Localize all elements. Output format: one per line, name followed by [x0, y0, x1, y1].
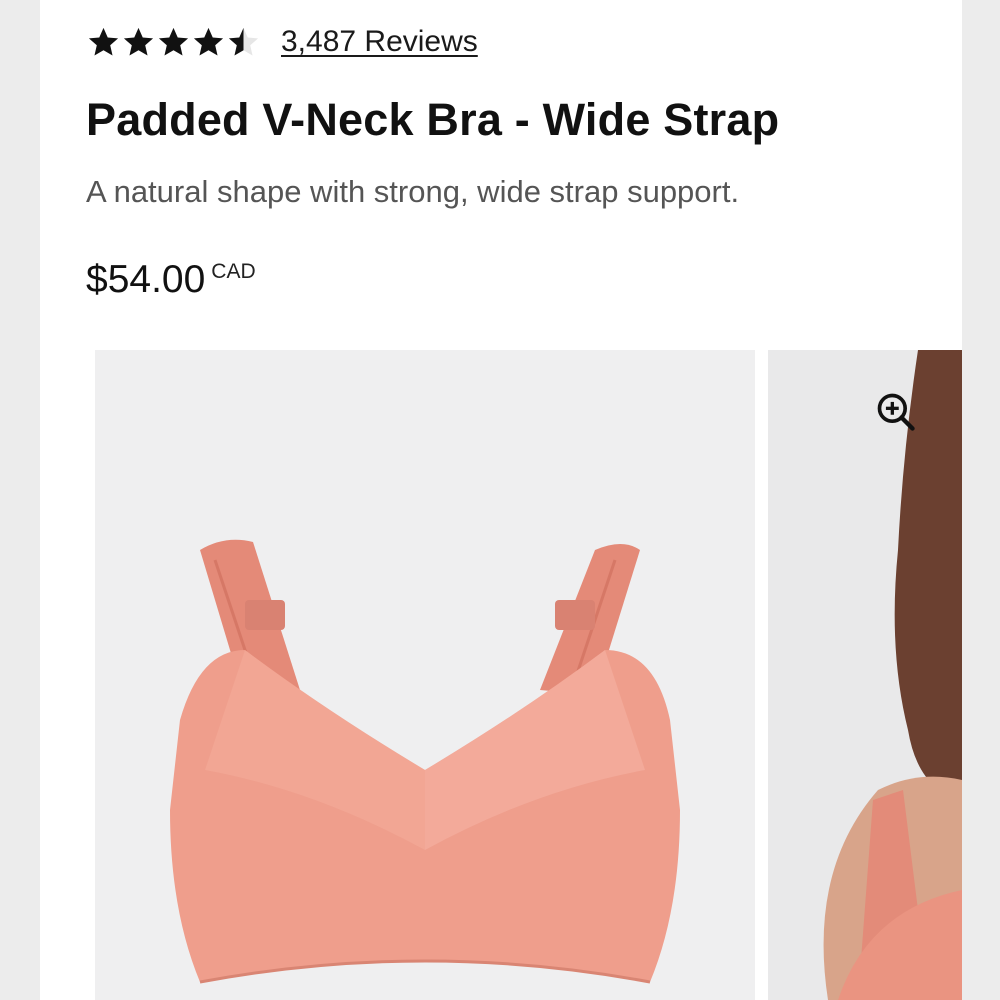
price-currency: CAD — [211, 260, 256, 283]
star-full-icon — [88, 27, 119, 55]
model-photo — [768, 350, 962, 1000]
star-full-icon — [123, 27, 154, 55]
zoom-in-icon[interactable] — [874, 390, 918, 434]
product-subtitle: A natural shape with strong, wide strap … — [86, 174, 740, 209]
rating-row: 3,487 Reviews — [86, 22, 478, 62]
star-rating — [86, 25, 261, 60]
product-title: Padded V-Neck Bra - Wide Strap — [86, 94, 780, 145]
bra-product-image — [170, 539, 680, 984]
price-row: $54.00 CAD — [86, 258, 256, 302]
product-image-main[interactable] — [95, 350, 755, 1000]
star-full-icon — [193, 27, 224, 55]
product-page: 3,487 Reviews Padded V-Neck Bra - Wide S… — [40, 0, 962, 1000]
product-image-secondary[interactable] — [768, 350, 962, 1000]
reviews-link[interactable]: 3,487 Reviews — [281, 25, 478, 59]
star-full-icon — [158, 27, 189, 55]
star-half-icon — [228, 27, 259, 55]
product-price: $54.00 — [86, 258, 206, 301]
